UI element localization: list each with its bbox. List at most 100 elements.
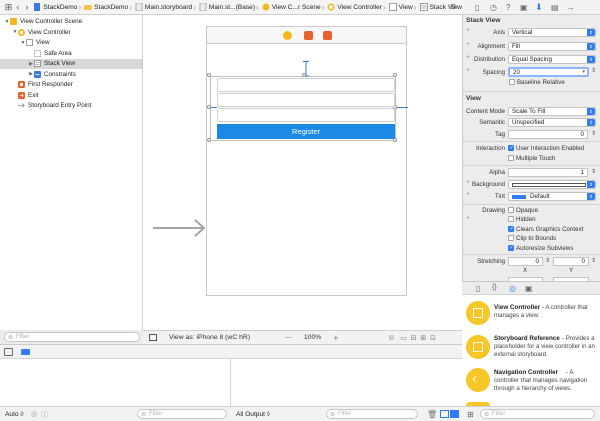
zoom-out-button[interactable]: — [285,334,292,341]
stretching-y-field[interactable]: 0 [553,257,589,266]
zoom-in-button[interactable]: + [333,333,338,343]
outline-row-entry-point[interactable]: Storyboard Entry Point [0,101,142,111]
view-controller-library-icon[interactable] [466,301,490,325]
breadcrumb-scene[interactable]: View C...r Scene [260,0,321,14]
navigation-controller-library-icon[interactable]: ‹ [466,368,490,392]
resize-handle[interactable] [393,73,397,77]
stretching-y-stepper[interactable]: ⇕ [591,257,596,264]
autoresize-subviews-checkbox[interactable] [508,245,514,251]
baseline-relative-checkbox[interactable] [509,79,515,85]
breadcrumb-storyboard[interactable]: Main.storyboard [133,0,192,14]
embed-in-stack-icon[interactable]: ▭ [400,334,406,342]
variables-scope-select[interactable]: Auto ◊ [5,411,24,418]
tag-stepper[interactable]: ⇕ [591,130,596,137]
distribution-popup[interactable]: Equal Spacing ⇕ [508,55,596,64]
outline-row-stack-view[interactable]: ▶ Stack View [0,59,142,69]
resize-handle[interactable] [207,105,211,109]
grid-view-icon[interactable]: ⊞ [467,410,474,419]
history-inspector-icon[interactable]: ◷ [490,3,497,12]
semantic-popup[interactable]: Unspecified ⇕ [508,118,596,127]
clip-to-bounds-checkbox[interactable] [508,235,514,241]
password-text-field[interactable] [217,108,395,122]
outline-row-view-controller[interactable]: ▼ View Controller [0,28,142,38]
username-text-field[interactable] [217,78,395,92]
eye-icon[interactable]: ◎ [31,410,37,418]
alpha-field[interactable]: 1 [508,168,588,177]
breadcrumb-view[interactable]: View [387,0,413,14]
library-filter-input[interactable]: ⊜ Filter [480,409,595,419]
first-responder-dock-icon[interactable] [304,31,313,40]
spacing-stepper[interactable]: ⇕ [591,67,596,74]
assistant-editor-icon[interactable]: ⊕ [448,2,458,12]
toggle-outline-icon[interactable] [149,334,157,341]
resolve-issues-icon[interactable]: ⊡ [430,334,436,342]
trash-icon[interactable]: 🗑 [427,410,437,419]
alpha-stepper[interactable]: ⇕ [591,168,596,175]
axis-label: Axis [493,29,505,36]
outline-filter-input[interactable]: ⊜ Filter [4,332,140,342]
quick-help-icon[interactable]: ? [506,3,510,12]
breadcrumb-group[interactable]: StackDemo [82,0,128,14]
hide-debug-area-icon[interactable] [4,348,13,356]
info-icon[interactable]: ⓘ [41,410,48,420]
align-icon[interactable]: ⊟ [411,334,417,342]
add-constraints-icon[interactable]: ⊞ [420,334,426,342]
outline-row-scene[interactable]: ▼ View Controller Scene [0,17,142,27]
object-library-icon[interactable]: ◎ [509,284,516,293]
output-scope-select[interactable]: All Output ◊ [236,411,270,418]
resize-handle[interactable] [207,73,211,77]
breadcrumb-view-controller[interactable]: View Controller [325,0,382,14]
add-variation-icon[interactable]: + [466,215,470,222]
stretching-x-stepper[interactable]: ⇕ [545,257,550,264]
file-template-library-icon[interactable]: ▯ [476,284,480,293]
hidden-checkbox[interactable] [508,216,514,222]
multiple-touch-checkbox[interactable] [508,155,514,161]
breakpoints-toggle-icon[interactable] [21,349,30,355]
spacing-label: Spacing [482,69,505,76]
outline-row-safe-area[interactable]: Safe Area [0,49,142,59]
attributes-inspector-icon[interactable]: ⬇ [535,2,543,13]
connections-inspector-icon[interactable]: → [566,2,575,12]
media-library-icon[interactable]: ▣ [525,284,533,293]
zoom-level[interactable]: 100% [304,334,321,341]
breadcrumb-project[interactable]: StackDemo [31,0,77,14]
file-inspector-icon[interactable]: ▯ [475,3,479,12]
background-color-well[interactable]: ⇕ [508,180,596,189]
entry-point-arrow-icon[interactable] [153,218,206,238]
identity-inspector-icon[interactable]: ▣ [520,3,528,12]
user-interaction-checkbox[interactable] [508,145,514,151]
split-right-icon[interactable] [450,410,459,418]
axis-popup[interactable]: Vertical ⇕ [508,28,596,37]
exit-dock-icon[interactable] [323,31,332,40]
breadcrumb-base[interactable]: Main.st...(Base) [197,0,255,14]
opaque-checkbox[interactable] [508,207,514,213]
outline-row-first-responder[interactable]: First Responder [0,80,142,90]
register-button[interactable]: Register [217,124,395,139]
split-left-icon[interactable] [440,410,449,418]
variables-filter-input[interactable]: ⊜ Filter [137,409,227,419]
section-divider [462,165,600,166]
content-mode-popup[interactable]: Scale To Fill ⇕ [508,107,596,116]
outline-row-exit[interactable]: Exit [0,91,142,101]
clears-graphics-context-checkbox[interactable] [508,226,514,232]
console-filter-input[interactable]: ⊜ Filter [326,409,418,419]
grid-icon[interactable]: ⊞ [4,2,13,13]
alignment-popup[interactable]: Fill ⇕ [508,42,596,51]
spacing-combo-box[interactable]: 20 ▾ [508,67,589,77]
email-text-field[interactable] [217,93,395,107]
resize-handle[interactable] [302,73,306,77]
view-controller-dock-icon[interactable] [283,31,292,40]
view-as-device-button[interactable]: View as: iPhone 8 (wC hR) [169,334,250,341]
tint-color-well[interactable]: Default ⇕ [508,192,596,201]
forward-arrow-icon[interactable]: › [22,2,31,12]
storyboard-reference-library-icon[interactable] [466,335,490,359]
size-inspector-icon[interactable]: ▤ [551,3,559,12]
tag-field[interactable]: 0 [508,130,588,139]
resize-handle[interactable] [207,138,211,142]
outline-row-view[interactable]: ▼ View [0,38,142,48]
code-snippet-library-icon[interactable]: {} [492,284,497,291]
update-frames-icon[interactable]: ⊠ [389,334,395,342]
stretching-x-field[interactable]: 0 [508,257,543,266]
back-arrow-icon[interactable]: ‹ [13,2,22,12]
outline-row-constraints[interactable]: ▶ Constraints [0,70,142,80]
